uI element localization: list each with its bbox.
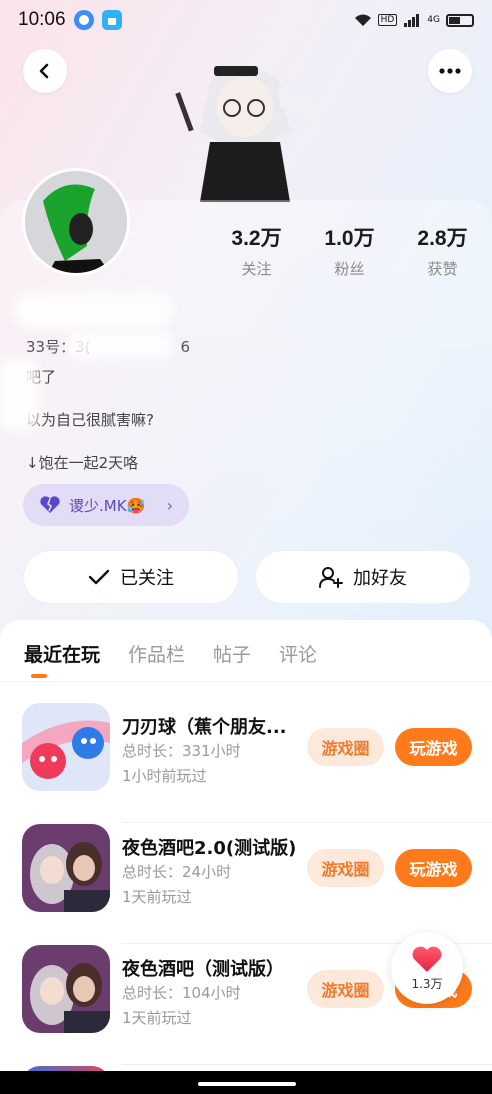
add-friend-button[interactable]: 加好友 xyxy=(255,550,471,604)
signal-icon xyxy=(404,14,420,27)
like-count: 1.3万 xyxy=(411,976,443,991)
network-label: 4G xyxy=(427,15,440,25)
game-list-item[interactable]: 夜色酒吧2.0(测试版) 总时长：24小时 1天前玩过 游戏圈 玩游戏 xyxy=(0,824,492,944)
back-button[interactable] xyxy=(23,49,67,93)
user-id-suffix: 6 xyxy=(180,338,191,356)
divider xyxy=(122,1064,492,1065)
game-list-item[interactable]: 刀刃球（蕉个朋友... 总时长：331小时 1小时前玩过 游戏圈 玩游戏 xyxy=(0,703,492,823)
game-circle-button[interactable]: 游戏圈 xyxy=(307,728,384,766)
tab-comments[interactable]: 评论 xyxy=(279,640,317,667)
check-icon xyxy=(88,569,110,585)
stat-value: 1.0万 xyxy=(324,227,375,250)
game-last-played: 1天前玩过 xyxy=(122,1009,192,1027)
more-dots-icon xyxy=(439,68,461,74)
stat-followers[interactable]: 1.0万 粉丝 xyxy=(303,222,396,279)
avatar[interactable] xyxy=(22,168,130,276)
nickname-redacted xyxy=(14,292,174,328)
content-panel: 最近在玩 作品栏 帖子 评论 刀刃球（蕉个朋友... 总时长：331小时 1小时… xyxy=(0,620,492,1094)
profile-tabs: 最近在玩 作品栏 帖子 评论 xyxy=(24,640,317,667)
stat-label: 粉丝 xyxy=(334,260,365,278)
battery-icon xyxy=(446,13,474,27)
profile-stats: 3.2万 关注 1.0万 粉丝 2.8万 获赞 xyxy=(210,222,489,279)
chevron-left-icon xyxy=(39,63,49,79)
game-duration: 总时长：104小时 xyxy=(122,984,241,1002)
stat-following[interactable]: 3.2万 关注 xyxy=(210,222,303,279)
broken-heart-icon xyxy=(40,496,60,513)
more-button[interactable] xyxy=(428,49,472,93)
play-game-button[interactable]: 玩游戏 xyxy=(395,728,472,766)
divider xyxy=(0,681,492,682)
heart-icon xyxy=(412,946,442,972)
followed-label: 已关注 xyxy=(120,568,174,589)
add-user-icon xyxy=(319,567,343,588)
tab-recently-played[interactable]: 最近在玩 xyxy=(24,640,100,667)
game-icon xyxy=(22,824,110,912)
play-game-button[interactable]: 玩游戏 xyxy=(395,849,472,887)
home-indicator[interactable] xyxy=(198,1082,296,1086)
game-last-played: 1天前玩过 xyxy=(122,888,192,906)
app-notification-icon xyxy=(73,10,94,30)
stat-likes[interactable]: 2.8万 获赞 xyxy=(396,222,489,279)
stat-label: 获赞 xyxy=(427,260,458,278)
hd-badge: HD xyxy=(377,14,398,26)
game-icon xyxy=(22,703,110,791)
bio-line-3: ↓饱在一起2天咯 xyxy=(26,454,139,472)
stat-value: 2.8万 xyxy=(417,227,468,250)
game-title: 夜色酒吧（测试版） xyxy=(122,959,284,980)
tab-indicator xyxy=(31,674,47,678)
wifi-icon xyxy=(354,14,371,26)
game-duration: 总时长：331小时 xyxy=(122,742,241,760)
game-duration: 总时长：24小时 xyxy=(122,863,232,881)
status-time: 10:06 xyxy=(18,9,66,30)
bio-redacted xyxy=(0,360,38,430)
game-title: 刀刃球（蕉个朋友... xyxy=(122,717,287,738)
followed-button[interactable]: 已关注 xyxy=(23,550,239,604)
tab-works[interactable]: 作品栏 xyxy=(128,640,185,667)
guardian-label: 谡少.MK🥵 xyxy=(69,496,146,515)
chevron-right-icon: › xyxy=(166,495,173,515)
game-title: 夜色酒吧2.0(测试版) xyxy=(122,838,297,859)
stat-value: 3.2万 xyxy=(231,227,282,250)
status-bar: 10:06 HD 4G xyxy=(0,0,492,40)
tab-posts[interactable]: 帖子 xyxy=(213,640,251,667)
divider xyxy=(122,822,492,823)
game-circle-button[interactable]: 游戏圈 xyxy=(307,970,384,1008)
banner-character-image xyxy=(175,66,320,202)
game-last-played: 1小时前玩过 xyxy=(122,767,207,785)
shopping-bag-icon xyxy=(101,10,122,30)
guardian-badge[interactable]: 谡少.MK🥵 › xyxy=(23,484,189,526)
game-icon xyxy=(22,945,110,1033)
like-float-button[interactable]: 1.3万 xyxy=(391,932,463,1004)
user-id-redacted xyxy=(70,332,170,358)
stat-label: 关注 xyxy=(241,260,272,278)
game-circle-button[interactable]: 游戏圈 xyxy=(307,849,384,887)
add-friend-label: 加好友 xyxy=(353,568,407,589)
bio-line-2: 以为自己很腻害嘛? xyxy=(26,411,154,429)
